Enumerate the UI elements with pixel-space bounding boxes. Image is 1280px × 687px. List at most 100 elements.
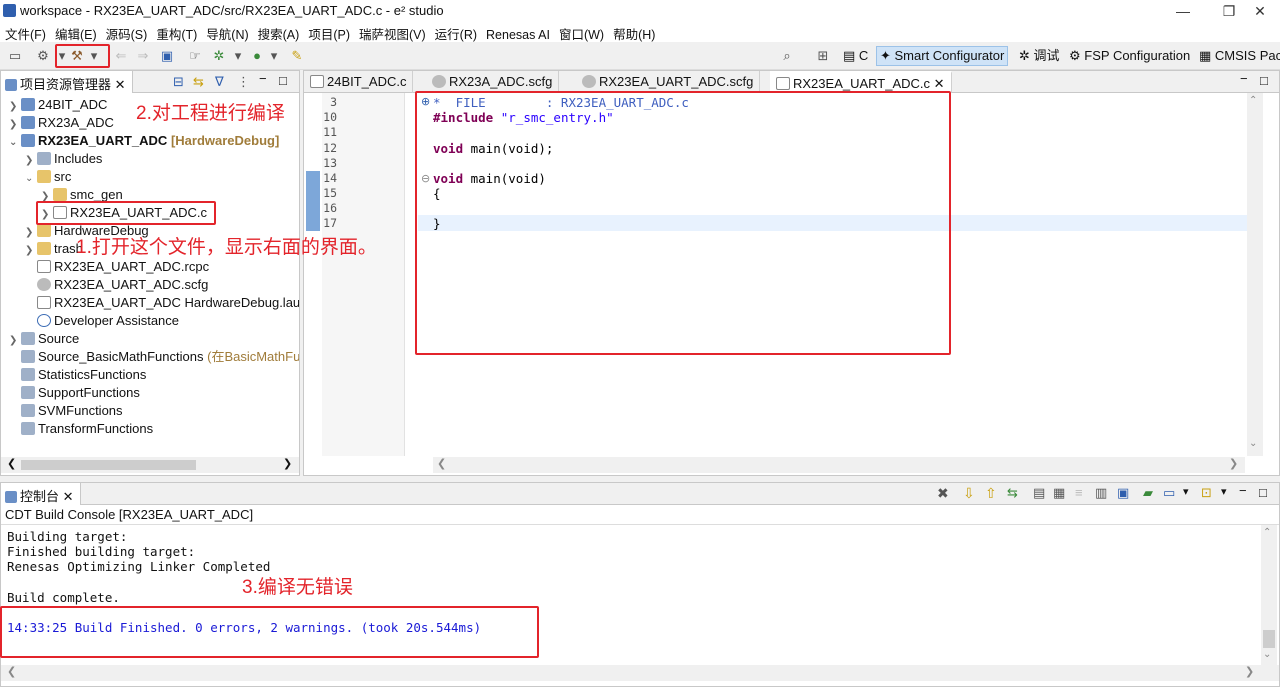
tree-item-trash[interactable]: ❯ trash [25,240,83,258]
tree-item-transform[interactable]: TransformFunctions [21,420,153,438]
previous-error-icon[interactable]: ⇧ [985,485,997,502]
view-menu-icon[interactable]: ⋮ [237,74,250,90]
hand-icon[interactable]: ☞ [186,47,204,65]
maximize-editor-icon[interactable]: □ [1260,73,1268,88]
close-tab-icon[interactable]: ✕ [934,76,945,91]
menu-navigate[interactable]: 导航(N) [201,22,252,43]
console-tab[interactable]: 控制台 ✕ [1,483,81,505]
pen-icon[interactable]: ✎ [288,47,306,65]
scroll-down-icon[interactable]: ⌄ [1249,438,1257,449]
tree-item-developer-assistance[interactable]: Developer Assistance [37,312,179,330]
forward-icon[interactable]: ⇒ [134,47,152,65]
menu-source[interactable]: 源码(S) [101,22,152,43]
open-perspective-icon[interactable]: ⊞ [814,47,832,65]
settings-icon[interactable]: ⚙ [34,47,52,65]
minimize-button[interactable]: — [1160,0,1206,22]
menu-refactor[interactable]: 重构(T) [151,22,201,43]
scrollbar-thumb[interactable] [21,460,196,470]
tree-item-includes[interactable]: ❯ Includes [25,150,102,168]
scrollbar-thumb[interactable] [1263,630,1275,648]
scroll-lock-icon[interactable]: ⇆ [1007,485,1018,501]
menu-window[interactable]: 窗口(W) [554,22,608,43]
next-error-icon[interactable]: ⇩ [963,485,975,502]
maximize-view-icon[interactable]: □ [279,73,287,88]
pin-console-icon[interactable]: ▣ [1117,485,1129,501]
perspective-debug[interactable]: ✲ 调试 [1016,46,1063,66]
scroll-down-icon[interactable]: ⌄ [1263,649,1271,660]
tab-rx23a-adc-scfg[interactable]: RX23A_ADC.scfg [426,71,560,93]
perspective-fsp[interactable]: ⚙ FSP Configuration [1066,46,1193,66]
tab-rx23ea-uart-adc-scfg[interactable]: RX23EA_UART_ADC.scfg [576,71,761,93]
tree-item-rx23a-adc[interactable]: ❯ RX23A_ADC [9,114,114,132]
tree-item-rx23ea-uart-adc[interactable]: ⌄ RX23EA_UART_ADC [HardwareDebug] [9,132,279,150]
copy-icon[interactable]: ▤ [1033,485,1045,501]
console-icon[interactable]: ▣ [158,47,176,65]
search-icon[interactable]: ⌕ [778,47,796,65]
tree-item-source[interactable]: ❯ Source [9,330,79,348]
maximize-console-icon[interactable]: □ [1259,485,1267,500]
editor-vertical-scrollbar[interactable]: ⌃ ⌄ [1247,93,1263,456]
minimize-view-icon[interactable]: − [259,71,267,86]
close-window-button[interactable]: ✕ [1240,0,1280,22]
menu-renesas-ai[interactable]: Renesas AI [481,26,554,42]
menu-project[interactable]: 项目(P) [303,22,354,43]
debug-icon[interactable]: ✲ [210,47,228,65]
minimize-console-icon[interactable]: − [1239,483,1247,498]
run-icon[interactable]: ● [248,47,266,65]
scroll-right-icon[interactable]: ❯ [283,457,292,470]
chevron-down-icon[interactable]: ⌄ [9,134,21,152]
menu-run[interactable]: 运行(R) [430,22,481,43]
menu-help[interactable]: 帮助(H) [608,22,659,43]
menu-search[interactable]: 搜索(A) [253,22,304,43]
scroll-right-icon[interactable]: ❯ [1229,457,1238,470]
tree-item-support[interactable]: SupportFunctions [21,384,140,402]
open-console-icon[interactable]: ▰ [1143,485,1153,501]
debug-dropdown-icon[interactable]: ▾ [232,47,244,65]
scroll-left-icon[interactable]: ❮ [7,665,16,678]
scroll-left-icon[interactable]: ❮ [437,457,446,470]
perspective-smart-configurator[interactable]: ✦ Smart Configurator [876,46,1009,66]
tree-item-scfg[interactable]: RX23EA_UART_ADC.scfg [37,276,208,294]
tree-item-statistics[interactable]: StatisticsFunctions [21,366,146,384]
display-console-icon[interactable]: ▭ [1163,485,1175,501]
minimize-editor-icon[interactable]: − [1240,71,1248,86]
align-icon[interactable]: ≡ [1075,485,1083,500]
console-vertical-scrollbar[interactable]: ⌃ ⌄ [1261,525,1277,665]
console-horizontal-scrollbar[interactable]: ❮ ❯ [1,665,1279,681]
explorer-horizontal-scrollbar[interactable]: ❮ ❯ [1,457,299,473]
link-editor-icon[interactable]: ⇆ [193,74,204,90]
back-icon[interactable]: ⇐ [112,47,130,65]
scroll-up-icon[interactable]: ⌃ [1249,95,1257,106]
menu-edit[interactable]: 编辑(E) [50,22,101,43]
tab-rx23ea-uart-adc-c[interactable]: RX23EA_UART_ADC.c ✕ [770,71,952,93]
scroll-up-icon[interactable]: ⌃ [1263,527,1271,538]
editor-horizontal-scrollbar[interactable]: ❮ ❯ [433,457,1245,473]
tree-item-src[interactable]: ⌄ src [25,168,71,186]
tree-item-24bit-adc[interactable]: ❯ 24BIT_ADC [9,96,107,114]
display-dropdown-icon[interactable]: ▾ [1183,485,1189,498]
collapse-all-icon[interactable]: ⊟ [173,74,184,90]
tree-item-launch[interactable]: RX23EA_UART_ADC HardwareDebug.laun [37,294,299,312]
clear-console-icon[interactable]: ✖ [937,485,949,502]
tab-24bit-adc-c[interactable]: 24BIT_ADC.c [304,71,414,93]
filter-icon[interactable]: ∇ [215,74,224,90]
chevron-down-icon[interactable]: ⌄ [25,170,37,188]
show-console-icon[interactable]: ▥ [1095,485,1107,501]
new-console-icon[interactable]: ⊡ [1201,485,1212,501]
close-tab-icon[interactable]: ✕ [115,77,126,92]
save-icon[interactable]: ▭ [6,47,24,65]
perspective-cmsis[interactable]: ▦ CMSIS Pac [1196,46,1280,66]
new-console-dropdown-icon[interactable]: ▾ [1221,485,1227,498]
tree-item-svm[interactable]: SVMFunctions [21,402,123,420]
word-wrap-icon[interactable]: ▦ [1053,485,1065,501]
run-dropdown-icon[interactable]: ▾ [268,47,280,65]
chevron-right-icon[interactable]: ❯ [25,242,37,260]
close-tab-icon[interactable]: ✕ [63,489,74,504]
tree-item-basicmath[interactable]: Source_BasicMathFunctions (在BasicMathFu [21,348,299,366]
scroll-right-icon[interactable]: ❯ [1245,665,1254,678]
tree-item-rcpc[interactable]: RX23EA_UART_ADC.rcpc [37,258,209,276]
chevron-right-icon[interactable]: ❯ [9,332,21,350]
menu-file[interactable]: 文件(F) [0,22,50,43]
scroll-left-icon[interactable]: ❮ [7,457,16,470]
perspective-c[interactable]: ▤ C [840,46,871,66]
